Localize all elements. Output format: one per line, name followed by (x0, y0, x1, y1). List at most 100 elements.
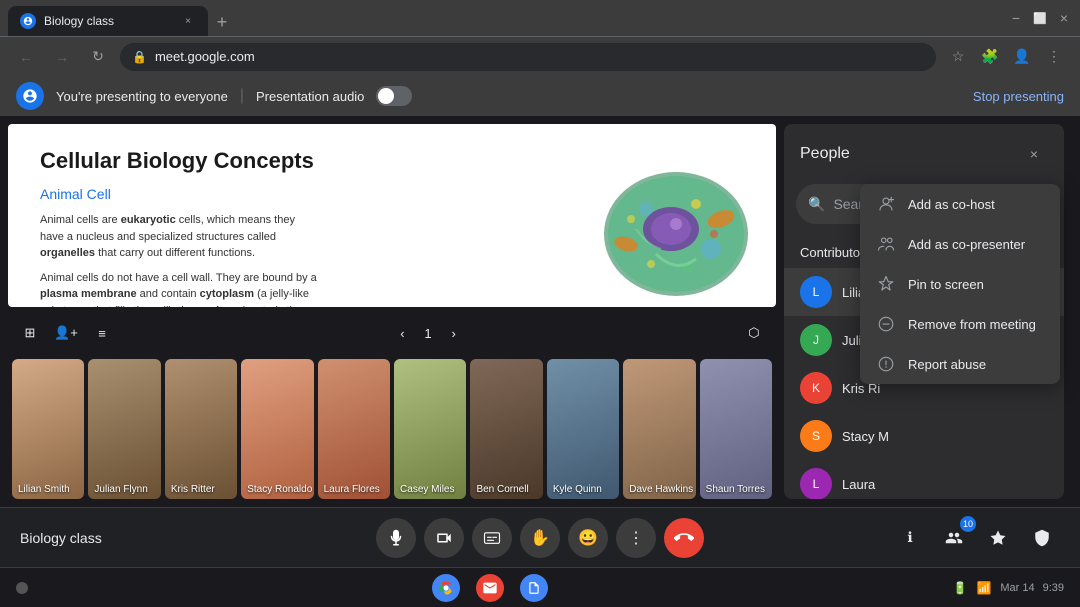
menu-item-add-cohost[interactable]: Add as co-host (860, 184, 1060, 224)
menu-item-pin[interactable]: Pin to screen (860, 264, 1060, 304)
participant-tile-casey: Casey Miles (394, 359, 466, 499)
participant-photo-kris (165, 359, 237, 499)
more-menu-button[interactable]: ⋮ (1040, 43, 1068, 71)
grid-view-button[interactable]: ⊞ (16, 319, 44, 347)
participant-tile-shaun: Shaun Torres (700, 359, 772, 499)
profile-button[interactable]: 👤 (1008, 43, 1036, 71)
taskbar-center (40, 574, 940, 602)
docs-app-icon[interactable] (520, 574, 548, 602)
menu-label-add-cohost: Add as co-host (908, 197, 995, 212)
forward-button[interactable]: → (48, 43, 76, 71)
menu-item-report[interactable]: Report abuse (860, 344, 1060, 384)
reload-button[interactable]: ↻ (84, 43, 112, 71)
info-button[interactable]: ℹ (892, 520, 928, 556)
participant-avatar-stacy: S (800, 420, 832, 452)
window-close-button[interactable]: × (1056, 10, 1072, 26)
mic-button[interactable] (376, 518, 416, 558)
camera-button[interactable] (424, 518, 464, 558)
raise-hand-button[interactable]: ✋ (520, 518, 560, 558)
controls-right: ℹ 10 (892, 520, 1060, 556)
menu-label-report: Report abuse (908, 357, 986, 372)
slide-controls-row: ⊞ 👤+ ≡ ‹ 1 › ⬡ (8, 315, 776, 351)
captions-button[interactable] (472, 518, 512, 558)
participant-row-laura[interactable]: L Laura (784, 460, 1064, 499)
slide-paragraph-2: Animal cells do not have a cell wall. Th… (40, 270, 320, 308)
list-view-button[interactable]: ≡ (88, 319, 116, 347)
tab-close-button[interactable]: × (180, 13, 196, 29)
participant-photo-casey (394, 359, 466, 499)
back-button[interactable]: ← (12, 43, 40, 71)
participant-photo-laura (318, 359, 390, 499)
menu-item-add-copresenter[interactable]: Add as co-presenter (860, 224, 1060, 264)
slide-paragraph-1: Animal cells are eukaryotic cells, which… (40, 212, 320, 262)
report-icon (876, 354, 896, 374)
browser-titlebar: Biology class × + − ⬜ × (0, 0, 1080, 36)
add-person-button[interactable]: 👤+ (52, 319, 80, 347)
participant-photo-ben (470, 359, 542, 499)
prev-slide-button[interactable]: ‹ (388, 319, 416, 347)
participant-name-lilian: Lilian Smith (18, 484, 70, 495)
people-count-badge: 10 (960, 516, 976, 532)
participant-tile-lilian: Lilian Smith (12, 359, 84, 499)
panel-close-button[interactable]: × (1020, 140, 1048, 168)
participant-name-dave: Dave Hawkins (629, 484, 693, 495)
participant-name-kris: Kris Ritter (171, 484, 215, 495)
taskbar-left (16, 582, 28, 594)
slide-body: Animal cells are eukaryotic cells, which… (40, 212, 320, 307)
maximize-button[interactable]: ⬜ (1032, 10, 1048, 26)
search-icon: 🔍 (808, 196, 825, 213)
end-call-button[interactable] (664, 518, 704, 558)
presentation-area: Cellular Biology Concepts Animal Cell An… (0, 116, 784, 507)
participant-photo-kyle (547, 359, 619, 499)
copresenter-icon (876, 234, 896, 254)
participant-tile-julian: Julian Flynn (88, 359, 160, 499)
participant-name-julian: Julian Flynn (94, 484, 147, 495)
active-tab[interactable]: Biology class × (8, 6, 208, 36)
presentation-audio-toggle[interactable] (376, 86, 412, 106)
more-options-button[interactable]: ⋮ (616, 518, 656, 558)
participant-photo-lilian (12, 359, 84, 499)
controls-center: ✋ 😀 ⋮ (376, 518, 704, 558)
taskbar-dot (16, 582, 28, 594)
presenter-avatar (16, 82, 44, 110)
participant-tile-stacy: Stacy Ronaldo (241, 359, 313, 499)
participant-tile-dave: Dave Hawkins (623, 359, 695, 499)
reactions-button[interactable]: 😀 (568, 518, 608, 558)
slide-number: 1 (424, 326, 431, 341)
participant-photo-dave (623, 359, 695, 499)
minimize-button[interactable]: − (1008, 10, 1024, 26)
people-button[interactable]: 10 (936, 520, 972, 556)
participant-name-shaun: Shaun Torres (706, 484, 765, 495)
participant-row-name-stacy: Stacy M (842, 429, 1048, 444)
activities-button[interactable] (980, 520, 1016, 556)
chrome-app-icon[interactable] (432, 574, 460, 602)
participants-strip: Lilian Smith Julian Flynn Kris Ritter St… (8, 359, 776, 499)
new-tab-button[interactable]: + (208, 8, 236, 36)
gmail-app-icon[interactable] (476, 574, 504, 602)
url-text: meet.google.com (155, 49, 924, 64)
stop-presenting-button[interactable]: Stop presenting (973, 89, 1064, 104)
people-panel: People × 🔍 Contributors 10 ▲ L Lili (784, 124, 1064, 499)
participant-row-stacy[interactable]: S Stacy M (784, 412, 1064, 460)
participant-avatar-julian: J (800, 324, 832, 356)
context-menu: Add as co-host Add as co-presenter Pin t… (860, 184, 1060, 384)
bottom-bar: Biology class ✋ 😀 ⋮ ℹ (0, 507, 1080, 567)
address-bar[interactable]: 🔒 meet.google.com (120, 43, 936, 71)
menu-item-remove[interactable]: Remove from meeting (860, 304, 1060, 344)
toolbar-right: ☆ 🧩 👤 ⋮ (944, 43, 1068, 71)
share-button[interactable]: ⬡ (740, 319, 768, 347)
host-controls-button[interactable] (1024, 520, 1060, 556)
extensions-button[interactable]: 🧩 (976, 43, 1004, 71)
battery-indicator: 🔋 (952, 580, 968, 596)
next-slide-button[interactable]: › (440, 319, 468, 347)
cohost-icon (876, 194, 896, 214)
menu-label-remove: Remove from meeting (908, 317, 1036, 332)
menu-label-add-copresenter: Add as co-presenter (908, 237, 1025, 252)
taskbar-right: 🔋 📶 Mar 14 9:39 (952, 580, 1064, 596)
slide-nav-controls: ‹ 1 › (388, 319, 467, 347)
participant-name-laura: Laura Flores (324, 484, 380, 495)
presenting-text: You're presenting to everyone (56, 89, 228, 104)
presentation-bar: You're presenting to everyone | Presenta… (0, 76, 1080, 116)
bookmark-star-button[interactable]: ☆ (944, 43, 972, 71)
remove-icon (876, 314, 896, 334)
